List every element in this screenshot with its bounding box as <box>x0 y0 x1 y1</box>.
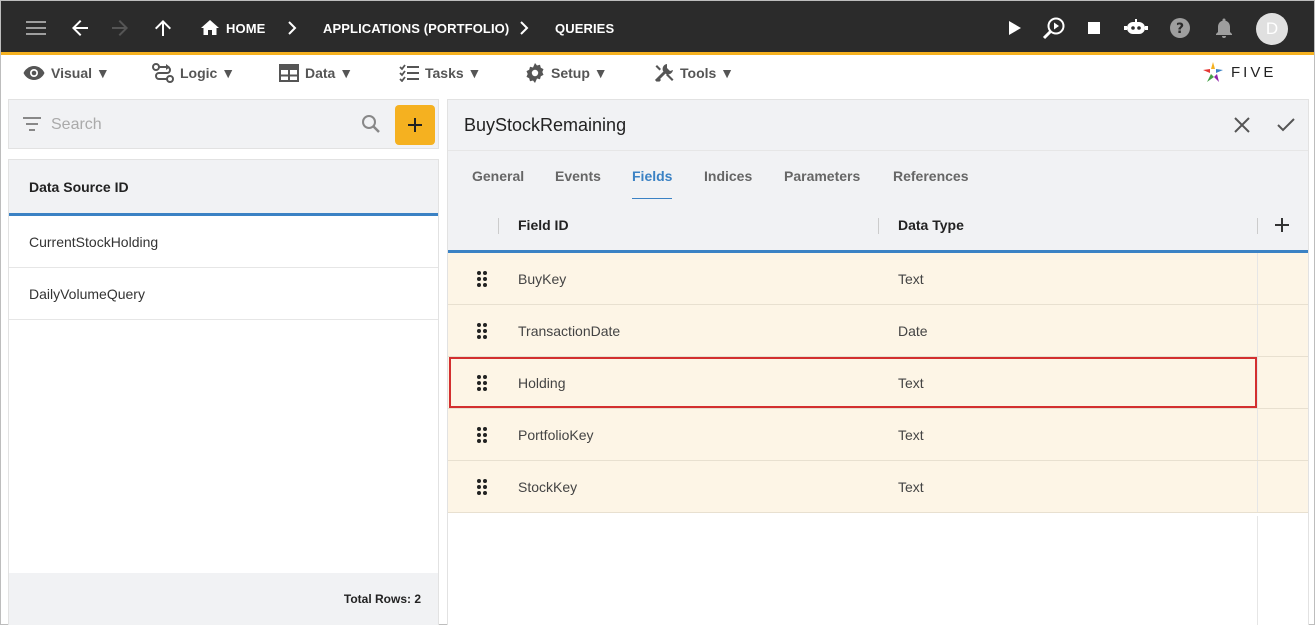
close-icon <box>1234 117 1250 133</box>
menu-tools-label: Tools ▼ <box>680 65 735 81</box>
notification-bell-icon[interactable] <box>1213 1 1235 55</box>
table-row[interactable]: PortfolioKey Text <box>448 409 1308 461</box>
drag-handle-icon[interactable] <box>476 374 488 395</box>
save-button[interactable] <box>1264 100 1308 150</box>
column-header-data-type[interactable]: Data Type <box>898 199 964 250</box>
tab-references[interactable]: References <box>893 151 969 200</box>
menu-setup[interactable]: Setup ▼ <box>525 58 608 88</box>
cell-data-type: Text <box>898 426 924 443</box>
svg-text:?: ? <box>1176 21 1184 37</box>
list-column-header[interactable]: Data Source ID <box>9 160 438 216</box>
tab-bar: General Events Fields Indices Parameters… <box>448 150 1308 200</box>
breadcrumb-queries[interactable]: QUERIES <box>555 1 614 55</box>
cell-data-type: Text <box>898 374 924 391</box>
table-row[interactable]: BuyKey Text <box>448 253 1308 305</box>
top-bar: HOME APPLICATIONS (PORTFOLIO) QUERIES ? … <box>1 1 1314 55</box>
total-rows-footer: Total Rows: 2 <box>9 573 438 625</box>
stop-icon[interactable] <box>1084 1 1104 55</box>
cell-field-id: BuyKey <box>518 270 567 287</box>
tab-parameters[interactable]: Parameters <box>784 151 860 200</box>
table-row[interactable]: StockKey Text <box>448 461 1308 513</box>
column-header-field-id[interactable]: Field ID <box>518 199 569 250</box>
chat-bot-icon[interactable] <box>1123 1 1149 55</box>
menu-data-label: Data ▼ <box>305 65 354 81</box>
cell-field-id: PortfolioKey <box>518 426 594 443</box>
menu-bar: Visual ▼ Logic ▼ Data ▼ Tasks ▼ Setup ▼ … <box>1 58 1314 90</box>
up-arrow-icon[interactable] <box>151 1 175 55</box>
record-header: BuyStockRemaining <box>448 100 1308 150</box>
selection-highlight <box>449 357 1257 408</box>
logic-flow-icon <box>152 63 174 83</box>
back-arrow-icon[interactable] <box>67 1 93 55</box>
menu-visual[interactable]: Visual ▼ <box>23 58 110 88</box>
grid-empty-area <box>448 516 1308 625</box>
plus-icon <box>1275 217 1289 232</box>
menu-logic-label: Logic ▼ <box>180 65 236 81</box>
menu-tools[interactable]: Tools ▼ <box>654 58 734 88</box>
record-detail-panel: BuyStockRemaining General Events Fields … <box>447 99 1309 625</box>
help-icon[interactable]: ? <box>1168 1 1192 55</box>
table-grid-icon <box>279 64 299 82</box>
tab-general[interactable]: General <box>472 151 524 200</box>
menu-setup-label: Setup ▼ <box>551 65 608 81</box>
list-item[interactable]: DailyVolumeQuery <box>9 268 438 320</box>
cell-field-id: StockKey <box>518 478 578 495</box>
table-row-selected[interactable]: Holding Text <box>448 357 1308 409</box>
menu-tasks[interactable]: Tasks ▼ <box>399 58 481 88</box>
table-row[interactable]: TransactionDate Date <box>448 305 1308 357</box>
cell-field-id: Holding <box>518 374 566 391</box>
five-logo-icon <box>1203 62 1223 82</box>
search-input[interactable] <box>51 112 351 138</box>
search-icon[interactable] <box>361 114 381 139</box>
record-title: BuyStockRemaining <box>464 114 627 135</box>
drag-handle-icon[interactable] <box>476 322 488 343</box>
breadcrumb-applications[interactable]: APPLICATIONS (PORTFOLIO) <box>323 1 509 55</box>
close-button[interactable] <box>1220 100 1264 150</box>
home-icon[interactable] <box>199 1 221 55</box>
cell-field-id: TransactionDate <box>518 322 621 339</box>
five-logo-text: FIVE <box>1231 63 1277 81</box>
checklist-icon <box>399 64 419 82</box>
filter-icon[interactable] <box>23 117 41 136</box>
cell-data-type: Text <box>898 270 924 287</box>
forward-arrow-icon[interactable] <box>107 1 133 55</box>
menu-data[interactable]: Data ▼ <box>279 58 353 88</box>
breadcrumb-home[interactable]: HOME <box>226 1 265 55</box>
five-logo: FIVE <box>1201 58 1276 86</box>
breadcrumb-separator-icon <box>287 1 297 55</box>
gear-icon <box>526 63 544 83</box>
user-avatar[interactable]: D <box>1256 13 1288 45</box>
cell-data-type: Text <box>898 478 924 495</box>
fields-grid-header: Field ID Data Type <box>448 199 1308 253</box>
tab-events[interactable]: Events <box>555 151 601 200</box>
breadcrumb-separator-icon <box>519 1 529 55</box>
search-bar <box>8 99 439 149</box>
run-debug-search-icon[interactable] <box>1041 1 1067 55</box>
drag-handle-icon[interactable] <box>476 426 488 447</box>
tab-fields[interactable]: Fields <box>632 151 673 200</box>
plus-icon <box>408 118 422 132</box>
eye-icon <box>23 66 45 80</box>
tab-indices[interactable]: Indices <box>704 151 752 200</box>
checkmark-icon <box>1277 118 1295 132</box>
menu-visual-label: Visual ▼ <box>51 65 110 81</box>
list-item[interactable]: CurrentStockHolding <box>9 216 438 268</box>
cell-data-type: Date <box>898 322 928 339</box>
menu-tasks-label: Tasks ▼ <box>425 65 482 81</box>
run-play-icon[interactable] <box>1004 1 1026 55</box>
data-source-list: Data Source ID CurrentStockHolding Daily… <box>8 159 439 625</box>
drag-handle-icon[interactable] <box>476 270 488 291</box>
tools-wrench-icon <box>654 64 674 83</box>
menu-logic[interactable]: Logic ▼ <box>152 58 235 88</box>
add-record-button[interactable] <box>395 105 435 145</box>
add-field-button[interactable] <box>1274 199 1290 250</box>
drag-handle-icon[interactable] <box>476 478 488 499</box>
hamburger-menu-icon[interactable] <box>23 1 49 55</box>
